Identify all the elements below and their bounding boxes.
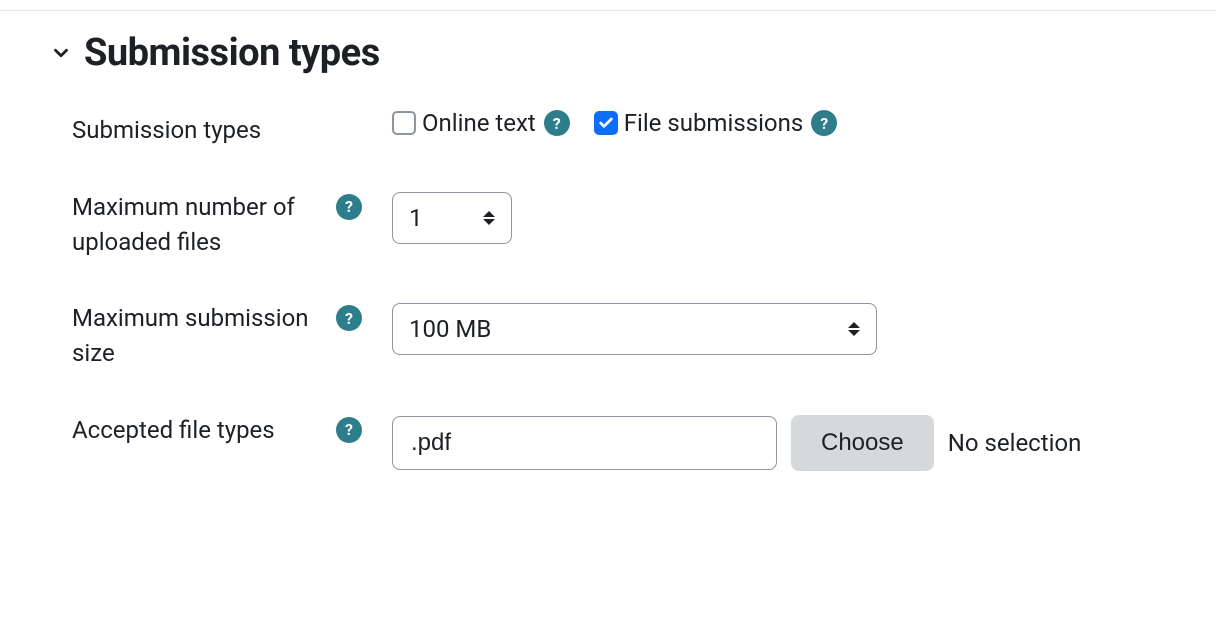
select-value: 100 MB: [409, 315, 491, 343]
help-icon[interactable]: ?: [811, 110, 837, 136]
row-max-files: Maximum number of uploaded files ? 1: [72, 190, 1216, 260]
input-accepted-types[interactable]: [392, 416, 777, 470]
field-label: Maximum number of uploaded files: [72, 190, 326, 260]
choose-button[interactable]: Choose: [791, 415, 934, 471]
row-accepted-types: Accepted file types ? Choose No selectio…: [72, 413, 1216, 471]
field-label: Maximum submission size: [72, 301, 326, 371]
checkbox-group: Online text ? File submissions ?: [392, 109, 837, 137]
form-content: Submission types Online text ?: [0, 107, 1216, 471]
field-label: Submission types: [72, 113, 362, 148]
checkbox-file-submissions[interactable]: [594, 111, 618, 135]
status-text: No selection: [948, 429, 1082, 457]
checkbox-label-file-submissions: File submissions: [624, 109, 804, 137]
label-max-size: Maximum submission size ?: [72, 301, 392, 371]
help-icon[interactable]: ?: [336, 417, 362, 443]
row-max-size: Maximum submission size ? 100 MB: [72, 301, 1216, 371]
help-icon[interactable]: ?: [336, 194, 362, 220]
checkbox-label-online-text: Online text: [422, 109, 536, 137]
select-caret-icon: [483, 211, 495, 225]
help-icon[interactable]: ?: [336, 305, 362, 331]
label-submission-types: Submission types: [72, 107, 392, 148]
help-icon[interactable]: ?: [544, 110, 570, 136]
label-max-files: Maximum number of uploaded files ?: [72, 190, 392, 260]
control-max-size: 100 MB: [392, 301, 1216, 355]
control-accepted-types: Choose No selection: [392, 413, 1216, 471]
control-submission-types: Online text ? File submissions ?: [392, 107, 1216, 137]
control-max-files: 1: [392, 190, 1216, 244]
select-value: 1: [409, 204, 423, 232]
label-accepted-types: Accepted file types ?: [72, 413, 392, 448]
section-title: Submission types: [84, 31, 380, 75]
checkbox-wrap-online-text: Online text ?: [392, 109, 570, 137]
section-divider: [0, 10, 1216, 11]
checkbox-wrap-file-submissions: File submissions ?: [594, 109, 838, 137]
section-header-toggle[interactable]: Submission types: [0, 31, 1216, 75]
select-caret-icon: [848, 322, 860, 336]
select-max-size[interactable]: 100 MB: [392, 303, 877, 355]
row-submission-types: Submission types Online text ?: [72, 107, 1216, 148]
field-label: Accepted file types: [72, 413, 326, 448]
select-max-files[interactable]: 1: [392, 192, 512, 244]
checkbox-online-text[interactable]: [392, 111, 416, 135]
chevron-down-icon: [50, 42, 72, 64]
